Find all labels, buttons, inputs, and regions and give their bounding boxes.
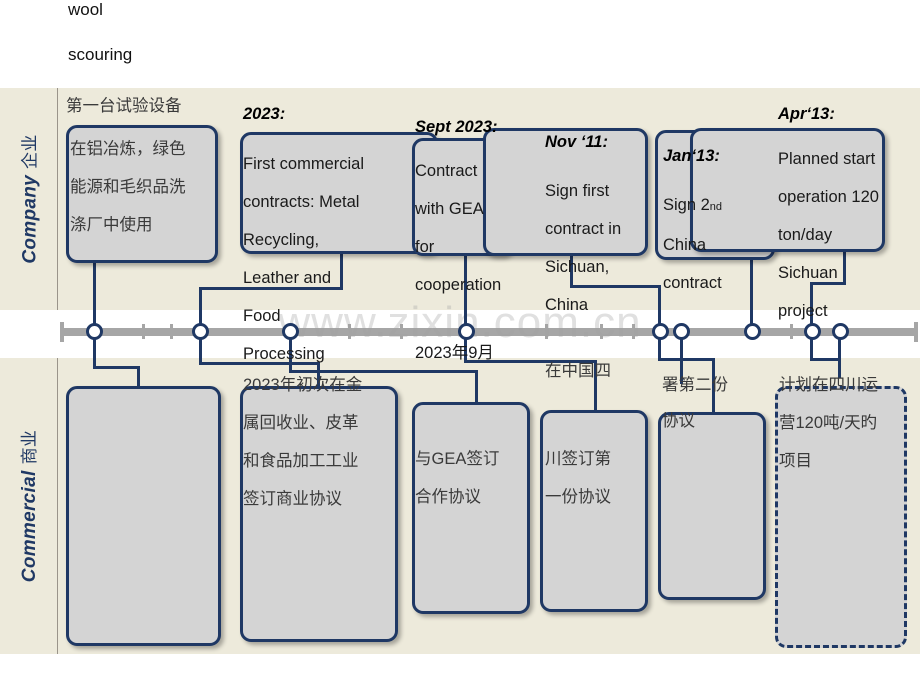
connector: [289, 370, 477, 373]
connector: [750, 258, 753, 326]
connector: [658, 285, 661, 327]
commercial-event-box-1[interactable]: [66, 386, 221, 646]
commercial-event-box-4[interactable]: [540, 410, 648, 612]
connector: [712, 358, 715, 414]
connector: [199, 362, 319, 365]
connector: [658, 358, 714, 361]
timeline-diagram: wool scouring Company企业 Commercial商业 www…: [0, 0, 920, 690]
connector: [464, 255, 467, 327]
connector: [199, 287, 202, 327]
timeline-node[interactable]: [673, 323, 690, 340]
company-event-box-2[interactable]: [240, 132, 438, 254]
axis-tick: [545, 324, 548, 339]
company-lane-divider: [57, 88, 58, 310]
timeline-node[interactable]: [282, 323, 299, 340]
connector: [810, 282, 846, 285]
timeline-node[interactable]: [86, 323, 103, 340]
connector: [464, 360, 596, 363]
timeline-node[interactable]: [458, 323, 475, 340]
connector: [843, 250, 846, 284]
axis-end-cap: [914, 322, 918, 342]
axis-tick: [170, 324, 173, 339]
connector: [93, 262, 96, 326]
commercial-event-box-6[interactable]: [775, 386, 907, 648]
axis-tick: [632, 324, 635, 339]
connector: [340, 252, 343, 290]
commercial-event-box-3[interactable]: [412, 402, 530, 614]
connector: [658, 338, 661, 360]
connector: [680, 338, 683, 384]
connector: [475, 370, 478, 404]
connector: [810, 282, 813, 326]
connector: [289, 338, 292, 372]
connector: [810, 358, 840, 361]
commercial-event-box-2[interactable]: [240, 386, 398, 642]
connector: [838, 338, 841, 378]
connector: [137, 366, 140, 388]
company-event-box-1[interactable]: [66, 125, 218, 263]
connector: [199, 338, 202, 364]
axis-tick: [348, 324, 351, 339]
connector: [199, 287, 343, 290]
axis-tick: [400, 324, 403, 339]
timeline-node[interactable]: [804, 323, 821, 340]
connector: [464, 338, 467, 362]
caption-wool: wool: [68, 0, 103, 19]
commercial-event-box-5[interactable]: [658, 412, 766, 600]
connector: [93, 366, 139, 369]
axis-start-cap: [60, 322, 64, 342]
timeline-node[interactable]: [744, 323, 761, 340]
connector: [594, 360, 597, 410]
axis-tick: [600, 324, 603, 339]
company-event-box-4[interactable]: [483, 128, 648, 256]
timeline-node[interactable]: [832, 323, 849, 340]
connector: [570, 285, 660, 288]
connector: [317, 362, 320, 388]
caption-scouring: scouring: [68, 45, 133, 64]
connector: [93, 338, 96, 368]
timeline-node[interactable]: [652, 323, 669, 340]
timeline-node[interactable]: [192, 323, 209, 340]
connector: [810, 338, 813, 360]
company-event-box-6[interactable]: [690, 128, 885, 252]
axis-tick: [790, 324, 793, 339]
connector: [570, 255, 573, 287]
commercial-lane-divider: [57, 358, 58, 654]
axis-tick: [142, 324, 145, 339]
